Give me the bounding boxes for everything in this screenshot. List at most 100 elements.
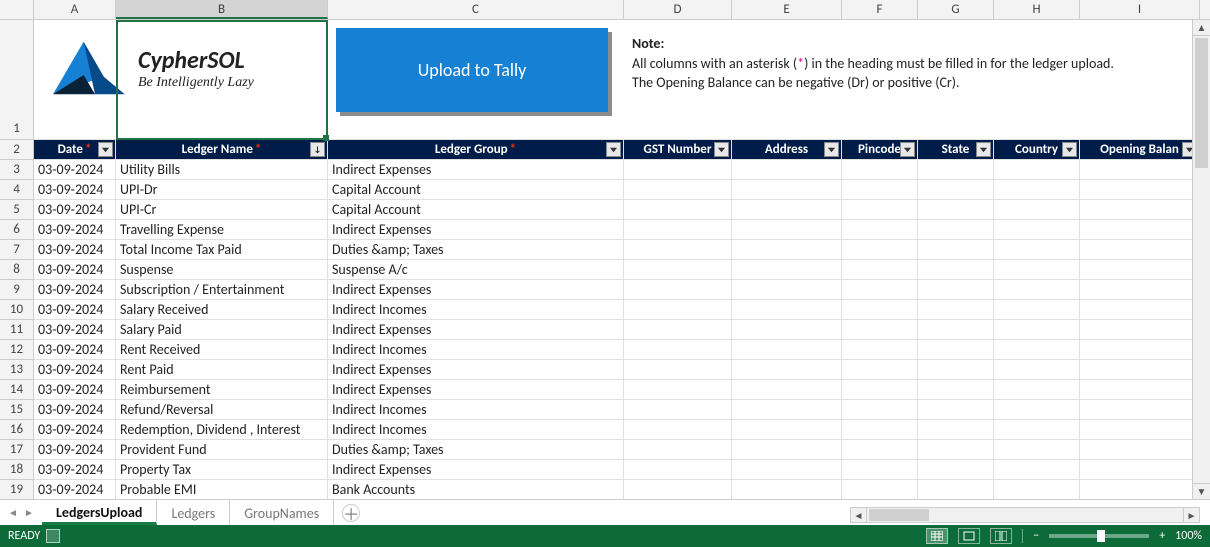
- upload-to-tally-button[interactable]: Upload to Tally: [336, 28, 608, 112]
- row-number[interactable]: 16: [0, 420, 34, 440]
- cell-D12[interactable]: [624, 340, 732, 360]
- cell-F9[interactable]: [842, 280, 918, 300]
- cell-E19[interactable]: [732, 480, 842, 500]
- cell-C12[interactable]: Indirect Incomes: [328, 340, 624, 360]
- filter-dropdown-button[interactable]: [824, 142, 839, 157]
- cell-B4[interactable]: UPI-Dr: [116, 180, 328, 200]
- cell-E13[interactable]: [732, 360, 842, 380]
- cell-G16[interactable]: [918, 420, 994, 440]
- cell-I16[interactable]: [1080, 420, 1200, 440]
- row-number[interactable]: 17: [0, 440, 34, 460]
- horizontal-scrollbar[interactable]: ◄ ►: [850, 507, 1200, 523]
- cell-C13[interactable]: Indirect Expenses: [328, 360, 624, 380]
- column-header-A[interactable]: A: [34, 0, 116, 19]
- cell-G9[interactable]: [918, 280, 994, 300]
- cell-G11[interactable]: [918, 320, 994, 340]
- tab-nav-buttons[interactable]: ◄ ►: [0, 500, 42, 525]
- column-header-F[interactable]: F: [842, 0, 918, 19]
- cell-A10[interactable]: 03-09-2024: [34, 300, 116, 320]
- cell-H12[interactable]: [994, 340, 1080, 360]
- cell-E16[interactable]: [732, 420, 842, 440]
- cell-A8[interactable]: 03-09-2024: [34, 260, 116, 280]
- cell-D16[interactable]: [624, 420, 732, 440]
- cell-H19[interactable]: [994, 480, 1080, 500]
- cell-A13[interactable]: 03-09-2024: [34, 360, 116, 380]
- cell-B14[interactable]: Reimbursement: [116, 380, 328, 400]
- table-header-F[interactable]: Pincode: [842, 140, 918, 160]
- cell-E9[interactable]: [732, 280, 842, 300]
- row-number[interactable]: 11: [0, 320, 34, 340]
- cell-D10[interactable]: [624, 300, 732, 320]
- cell-A11[interactable]: 03-09-2024: [34, 320, 116, 340]
- row-number[interactable]: 5: [0, 200, 34, 220]
- cell-H5[interactable]: [994, 200, 1080, 220]
- column-header-C[interactable]: C: [328, 0, 624, 19]
- column-header-B[interactable]: B: [116, 0, 328, 19]
- cell-D9[interactable]: [624, 280, 732, 300]
- cell-H16[interactable]: [994, 420, 1080, 440]
- macro-record-icon[interactable]: [46, 529, 60, 543]
- cell-F17[interactable]: [842, 440, 918, 460]
- cell-H4[interactable]: [994, 180, 1080, 200]
- cell-F7[interactable]: [842, 240, 918, 260]
- cell-D15[interactable]: [624, 400, 732, 420]
- cell-C19[interactable]: Bank Accounts: [328, 480, 624, 500]
- cell-F5[interactable]: [842, 200, 918, 220]
- cell-I6[interactable]: [1080, 220, 1200, 240]
- row-number[interactable]: 1: [0, 20, 34, 140]
- cell-D17[interactable]: [624, 440, 732, 460]
- cell-G7[interactable]: [918, 240, 994, 260]
- view-page-break-button[interactable]: [990, 528, 1012, 544]
- cell-E3[interactable]: [732, 160, 842, 180]
- row-number[interactable]: 15: [0, 400, 34, 420]
- row-number[interactable]: 13: [0, 360, 34, 380]
- view-normal-button[interactable]: [926, 528, 948, 544]
- column-header-D[interactable]: D: [624, 0, 732, 19]
- cell-A4[interactable]: 03-09-2024: [34, 180, 116, 200]
- cell-H14[interactable]: [994, 380, 1080, 400]
- cell-I15[interactable]: [1080, 400, 1200, 420]
- cell-E17[interactable]: [732, 440, 842, 460]
- table-header-B[interactable]: Ledger Name *↓: [116, 140, 328, 160]
- cell-I10[interactable]: [1080, 300, 1200, 320]
- cell-I5[interactable]: [1080, 200, 1200, 220]
- row-number[interactable]: 7: [0, 240, 34, 260]
- cell-F18[interactable]: [842, 460, 918, 480]
- worksheet-grid[interactable]: 1 CypherSOL Be Intelligently Lazy: [0, 20, 1210, 500]
- cell-C10[interactable]: Indirect Incomes: [328, 300, 624, 320]
- zoom-in-button[interactable]: +: [1159, 529, 1165, 543]
- cell-B10[interactable]: Salary Received: [116, 300, 328, 320]
- zoom-value[interactable]: 100%: [1175, 529, 1202, 543]
- cell-D19[interactable]: [624, 480, 732, 500]
- cell-B12[interactable]: Rent Received: [116, 340, 328, 360]
- cell-A12[interactable]: 03-09-2024: [34, 340, 116, 360]
- cell-A17[interactable]: 03-09-2024: [34, 440, 116, 460]
- cell-A18[interactable]: 03-09-2024: [34, 460, 116, 480]
- cell-G13[interactable]: [918, 360, 994, 380]
- cell-B19[interactable]: Probable EMI: [116, 480, 328, 500]
- filter-dropdown-button[interactable]: [606, 142, 621, 157]
- sheet-tab-ledgers[interactable]: Ledgers: [157, 500, 230, 525]
- cell-C8[interactable]: Suspense A/c: [328, 260, 624, 280]
- vertical-scrollbar[interactable]: ▲ ▼: [1192, 20, 1210, 499]
- cell-H6[interactable]: [994, 220, 1080, 240]
- scroll-left-button[interactable]: ◄: [851, 508, 867, 522]
- cell-F15[interactable]: [842, 400, 918, 420]
- row-number[interactable]: 14: [0, 380, 34, 400]
- column-header-H[interactable]: H: [994, 0, 1080, 19]
- cell-note-area[interactable]: Note: All columns with an asterisk (*) i…: [624, 20, 1200, 140]
- cell-B11[interactable]: Salary Paid: [116, 320, 328, 340]
- cell-F16[interactable]: [842, 420, 918, 440]
- cell-G10[interactable]: [918, 300, 994, 320]
- cell-E6[interactable]: [732, 220, 842, 240]
- cell-C18[interactable]: Indirect Expenses: [328, 460, 624, 480]
- filter-dropdown-button[interactable]: [900, 142, 915, 157]
- filter-dropdown-button[interactable]: [714, 142, 729, 157]
- cell-C14[interactable]: Indirect Expenses: [328, 380, 624, 400]
- scroll-thumb[interactable]: [1195, 38, 1208, 168]
- row-number[interactable]: 19: [0, 480, 34, 500]
- tab-prev-icon[interactable]: ◄: [6, 506, 20, 520]
- cell-A5[interactable]: 03-09-2024: [34, 200, 116, 220]
- cell-D8[interactable]: [624, 260, 732, 280]
- cell-I7[interactable]: [1080, 240, 1200, 260]
